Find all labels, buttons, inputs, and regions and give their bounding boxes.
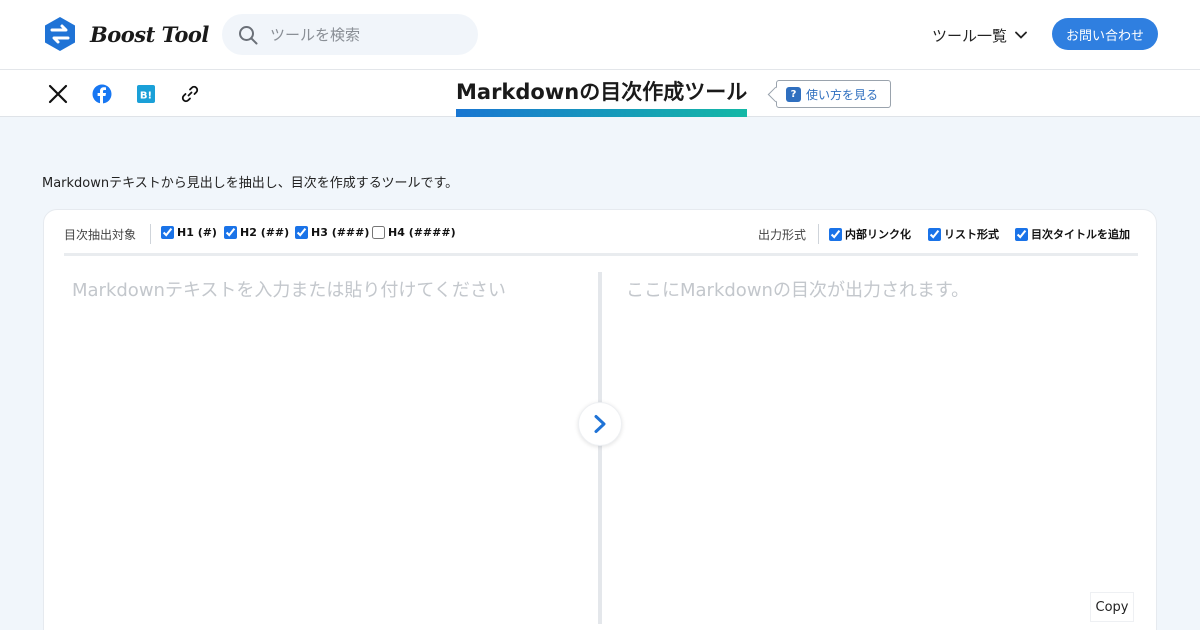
output-format-label: 出力形式 (758, 228, 807, 242)
chevron-right-icon (594, 415, 606, 433)
h1-label: H1 (#) (177, 226, 217, 239)
editor-divider (598, 272, 602, 624)
tools-list-label: ツール一覧 (932, 26, 1008, 45)
h3-checkbox[interactable] (295, 226, 308, 239)
h3-checkbox-option[interactable]: H3 (###) (295, 226, 369, 239)
copy-link-button[interactable] (178, 82, 202, 106)
share-x-button[interactable] (46, 82, 70, 106)
facebook-icon (92, 84, 112, 104)
page-title: Markdownの目次作成ツール (456, 80, 748, 104)
h2-checkbox[interactable] (224, 226, 237, 239)
list-format-checkbox-option[interactable]: リスト形式 (928, 226, 999, 242)
extract-target-label: 目次抽出対象 (64, 228, 137, 242)
options-bar: 目次抽出対象 H1 (#) H2 (##) H3 (###) H4 (####)… (64, 222, 1138, 256)
options-separator (818, 224, 819, 244)
options-separator (150, 224, 151, 244)
h1-checkbox[interactable] (161, 226, 174, 239)
link-icon (181, 85, 199, 103)
h4-checkbox[interactable] (372, 226, 385, 239)
hatena-label: B! (140, 91, 152, 102)
how-to-use-button[interactable]: ? 使い方を見る (776, 80, 891, 108)
h3-label: H3 (###) (311, 226, 370, 239)
tool-card: 目次抽出対象 H1 (#) H2 (##) H3 (###) H4 (####)… (43, 209, 1157, 630)
how-to-use-label: 使い方を見る (806, 87, 879, 102)
hatena-bookmark-icon: B! (137, 85, 155, 103)
search-box[interactable] (222, 14, 478, 55)
site-logo[interactable]: Boost Tool (42, 16, 209, 52)
x-icon (48, 84, 68, 104)
generate-button[interactable] (578, 402, 622, 446)
copy-button[interactable]: Copy (1090, 592, 1134, 622)
list-format-label: リスト形式 (944, 228, 999, 241)
h4-checkbox-option[interactable]: H4 (####) (372, 226, 456, 239)
h4-label: H4 (####) (388, 226, 456, 239)
page-title-wrapper: Markdownの目次作成ツール (456, 78, 748, 117)
toc-output: ここにMarkdownの目次が出力されます。 (626, 280, 970, 301)
internal-link-checkbox-option[interactable]: 内部リンク化 (829, 226, 911, 242)
share-facebook-button[interactable] (90, 82, 114, 106)
markdown-input[interactable] (64, 272, 598, 630)
title-underline (456, 109, 748, 117)
contact-button[interactable]: お問い合わせ (1052, 18, 1158, 50)
h2-label: H2 (##) (240, 226, 290, 239)
list-format-checkbox[interactable] (928, 227, 941, 241)
search-input[interactable] (270, 25, 450, 44)
toc-title-label: 目次タイトルを追加 (1031, 228, 1130, 241)
tool-title-bar: B! Markdownの目次作成ツール ? 使い方を見る (0, 70, 1200, 117)
search-icon (239, 25, 258, 44)
tool-description: Markdownテキストから見出しを抽出し、目次を作成するツールです。 (42, 176, 459, 191)
site-header: Boost Tool ツール一覧 お問い合わせ (0, 0, 1200, 70)
h1-checkbox-option[interactable]: H1 (#) (161, 226, 217, 239)
internal-link-label: 内部リンク化 (845, 228, 911, 241)
question-icon: ? (786, 86, 801, 102)
chevron-down-icon (1015, 31, 1027, 39)
boost-tool-logo-icon (45, 17, 75, 51)
toc-title-checkbox[interactable] (1015, 227, 1028, 241)
toc-title-checkbox-option[interactable]: 目次タイトルを追加 (1015, 226, 1130, 242)
tools-list-menu[interactable]: ツール一覧 (932, 22, 1027, 48)
share-hatena-button[interactable]: B! (134, 82, 158, 106)
h2-checkbox-option[interactable]: H2 (##) (224, 226, 289, 239)
internal-link-checkbox[interactable] (829, 227, 842, 241)
brand-name: Boost Tool (90, 21, 209, 47)
